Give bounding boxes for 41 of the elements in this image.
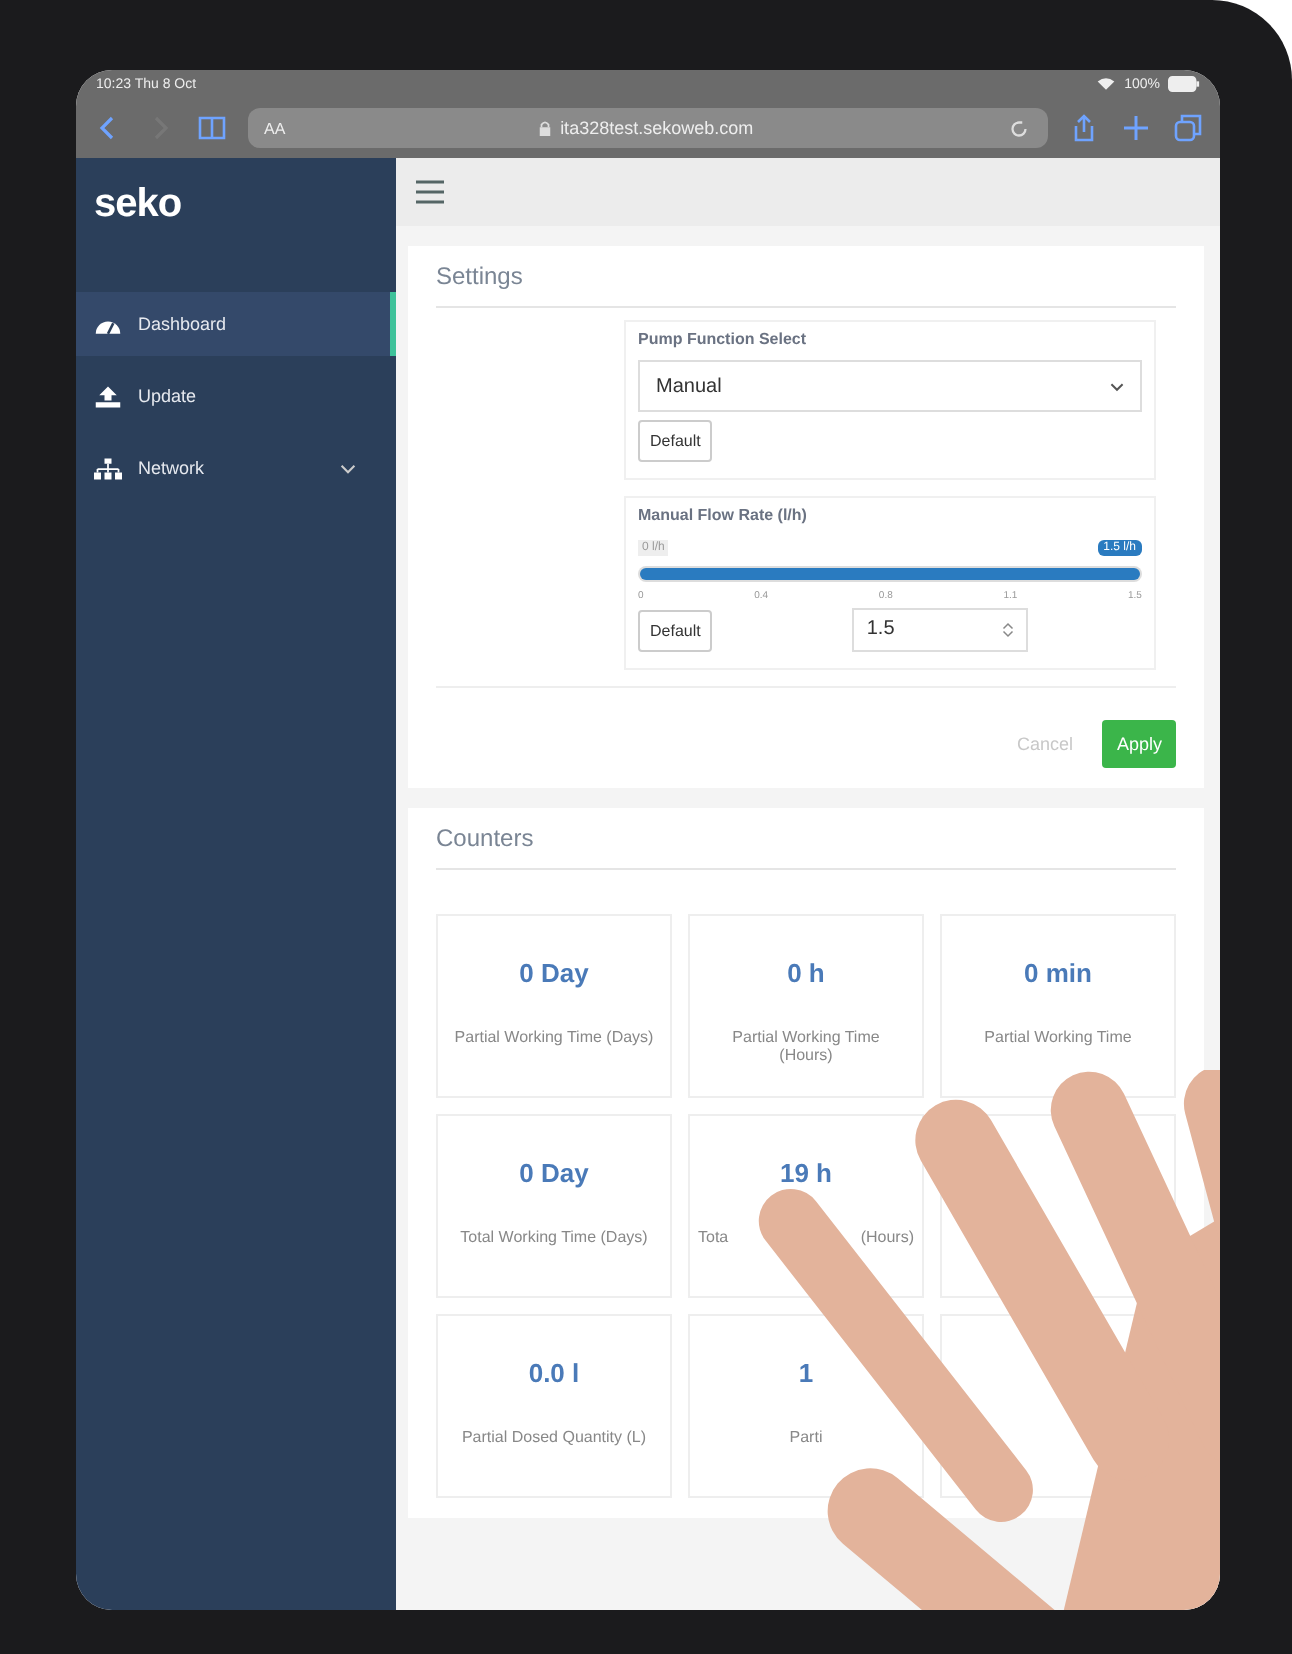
field-label: Manual Flow Rate (l/h) — [638, 506, 809, 524]
counter-value: 0 min — [1024, 957, 1092, 987]
default-button[interactable]: Default — [638, 610, 713, 652]
counter-label: Total Working Time (Days) — [460, 1228, 648, 1246]
chevron-down-icon — [1110, 381, 1124, 391]
counter-label: Partial Working Time — [732, 1028, 880, 1046]
counter-label: Partial Working Time (Days) — [454, 1028, 654, 1046]
counter-label: (Hours) — [860, 1228, 914, 1246]
sidebar-item[interactable]: Update — [76, 364, 396, 428]
counter-label: Tota — [698, 1228, 729, 1246]
menu-icon[interactable] — [416, 180, 444, 204]
counter-value: 0 Day — [519, 1157, 589, 1187]
field-label: Pump Function Select — [638, 330, 809, 348]
card-title: Settings — [436, 258, 1176, 308]
counter-label: Parti — [789, 1428, 823, 1446]
sidebar-item[interactable]: Dashboard — [76, 292, 396, 356]
lock-icon — [538, 119, 553, 137]
default-button[interactable]: Default — [638, 420, 713, 462]
flow-rate-input[interactable]: 1.5 — [852, 607, 1029, 651]
counter-value: 0 Day — [519, 957, 589, 987]
logo: seko — [92, 180, 184, 230]
upload-icon — [94, 385, 122, 407]
counter-value: 1 — [798, 1357, 814, 1387]
spinner-icon — [1002, 619, 1015, 639]
card-title: Counters — [436, 820, 1176, 870]
counter-value: 0.0 l — [528, 1357, 580, 1387]
sidebar-item[interactable]: Network — [76, 436, 396, 500]
reload-icon[interactable] — [1006, 115, 1033, 141]
counter-label: (Hours) — [779, 1046, 833, 1064]
url-text: ita328test.sekoweb.com — [560, 118, 754, 138]
plus-icon[interactable] — [1120, 112, 1152, 144]
book-icon[interactable] — [196, 112, 228, 144]
counter-value: 0 h — [787, 957, 825, 987]
pump-function-dropdown[interactable]: Manual — [638, 360, 1142, 412]
tabs-icon[interactable] — [1172, 112, 1204, 144]
counter-label: Partial Working Time — [984, 1028, 1132, 1046]
counter-value: 19 h — [779, 1157, 832, 1187]
counter-label: Partial Dosed Quantity (L) — [461, 1428, 647, 1446]
battery-icon — [1168, 76, 1200, 92]
network-icon — [94, 457, 122, 479]
wifi-icon — [1096, 76, 1117, 92]
